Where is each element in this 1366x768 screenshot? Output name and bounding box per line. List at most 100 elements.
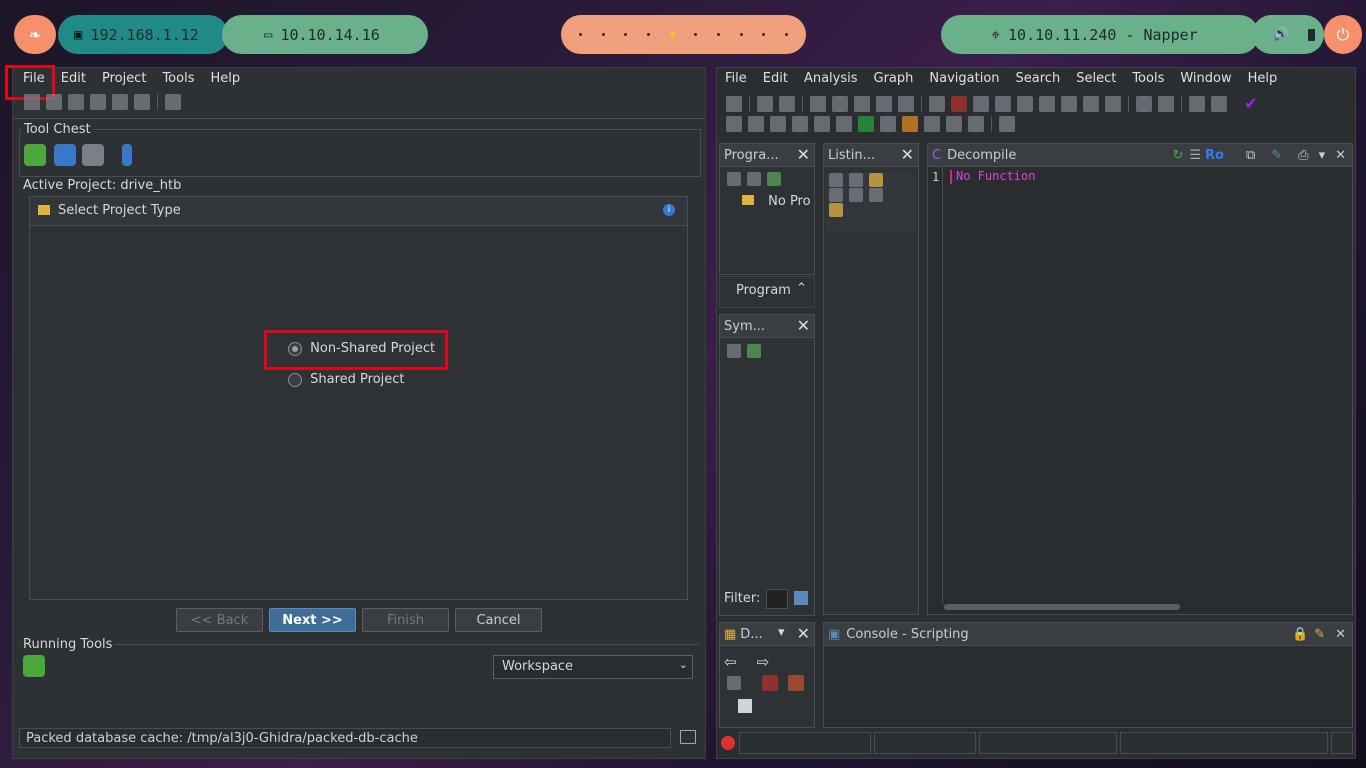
letter-v-icon[interactable] xyxy=(1083,95,1099,112)
patch-icon[interactable] xyxy=(1136,95,1152,112)
close-project-icon[interactable] xyxy=(68,94,84,110)
close-icon[interactable]: ✕ xyxy=(1335,627,1346,642)
checkmark-icon[interactable]: ✔ xyxy=(1244,94,1257,113)
workspace-dot[interactable] xyxy=(646,33,650,36)
import-icon[interactable] xyxy=(767,171,781,186)
tool-icon[interactable] xyxy=(748,116,764,132)
layout-icon[interactable] xyxy=(829,187,843,202)
letter-l-icon[interactable] xyxy=(1039,95,1055,112)
cursor-icon[interactable] xyxy=(869,172,883,187)
close-icon[interactable]: ✕ xyxy=(797,317,810,335)
menu-edit[interactable]: Edit xyxy=(53,68,94,90)
back-arrow-icon[interactable]: ⇦ xyxy=(724,653,737,671)
save-icon[interactable] xyxy=(738,699,752,713)
workspace-dot[interactable] xyxy=(785,33,789,36)
workspace-dot-active[interactable] xyxy=(669,32,675,37)
paste-icon[interactable] xyxy=(849,172,863,187)
launcher-button[interactable]: ❧ xyxy=(14,15,56,54)
console-monitor-icon[interactable] xyxy=(680,730,696,744)
refresh-icon[interactable] xyxy=(165,94,181,110)
table-icon[interactable] xyxy=(924,116,940,132)
save-project-icon[interactable] xyxy=(90,94,106,110)
nav-icon[interactable] xyxy=(876,95,892,112)
close-icon[interactable]: ✕ xyxy=(901,146,914,164)
cb-menu-window[interactable]: Window xyxy=(1172,68,1239,90)
volume-icon[interactable]: 🔊 xyxy=(1273,27,1289,42)
workspace-dot[interactable] xyxy=(624,33,628,36)
cb-menu-tools[interactable]: Tools xyxy=(1124,68,1172,90)
decompile-icon[interactable] xyxy=(814,116,830,132)
down-arrow-icon[interactable] xyxy=(929,95,945,112)
close-icon[interactable]: ✕ xyxy=(797,146,810,164)
nav-icon[interactable] xyxy=(854,95,870,112)
running-dragon-icon[interactable] xyxy=(23,655,45,677)
cb-menu-search[interactable]: Search xyxy=(1008,68,1069,90)
delete-project-icon[interactable] xyxy=(112,94,128,110)
version-tracking-icon[interactable] xyxy=(82,144,104,166)
cb-menu-help[interactable]: Help xyxy=(1240,68,1286,90)
horizontal-scrollbar[interactable] xyxy=(944,604,1180,610)
shared-option[interactable]: Shared Project xyxy=(288,372,405,387)
cb-menu-select[interactable]: Select xyxy=(1068,68,1124,90)
workspace-dot[interactable] xyxy=(762,33,766,36)
edit-icon[interactable]: ✎ xyxy=(1271,148,1282,163)
lock-icon[interactable]: 🔒 xyxy=(1292,627,1308,642)
graph-icon[interactable]: ☰ xyxy=(1189,148,1201,163)
cb-menu-analysis[interactable]: Analysis xyxy=(796,68,866,90)
nav-icon[interactable] xyxy=(832,95,848,112)
info-icon[interactable]: i xyxy=(663,204,675,216)
programs-list-item[interactable]: No Pro xyxy=(742,194,811,209)
workspace-dot[interactable] xyxy=(578,33,582,36)
cb-menu-file[interactable]: File xyxy=(717,68,755,90)
menu-project[interactable]: Project xyxy=(94,68,154,90)
graph-icon[interactable] xyxy=(836,116,852,132)
tool-icon[interactable] xyxy=(770,116,786,132)
chevron-down-icon[interactable]: ▾ xyxy=(1319,148,1326,163)
filter-input[interactable] xyxy=(766,589,788,609)
clear-icon[interactable]: ✎ xyxy=(1314,627,1325,642)
script-icon[interactable] xyxy=(999,116,1015,132)
cb-menu-navigation[interactable]: Navigation xyxy=(921,68,1007,90)
run-icon[interactable] xyxy=(858,116,874,132)
open-project-icon[interactable] xyxy=(46,94,62,110)
tree-icon[interactable] xyxy=(968,116,984,132)
forward-arrow-icon[interactable] xyxy=(779,95,795,112)
archive-project-icon[interactable] xyxy=(134,94,150,110)
codebrowser-dragon-icon[interactable] xyxy=(24,144,46,166)
program-tab[interactable]: Program ⌃ xyxy=(719,276,815,308)
filter-options-icon[interactable] xyxy=(794,591,808,605)
letter-d-icon[interactable] xyxy=(995,95,1011,112)
letter-u-icon[interactable] xyxy=(1017,95,1033,112)
bookmark-icon[interactable] xyxy=(829,202,843,217)
filter-icon[interactable] xyxy=(788,675,805,691)
letter-i-icon[interactable] xyxy=(973,95,989,112)
clear-icon[interactable] xyxy=(951,95,967,112)
cb-menu-graph[interactable]: Graph xyxy=(866,68,922,90)
workspace-dot[interactable] xyxy=(739,33,743,36)
letter-b-icon[interactable] xyxy=(1105,95,1121,112)
archive-icon[interactable] xyxy=(727,676,741,690)
debugger-icon[interactable] xyxy=(54,144,76,166)
workspace-dot[interactable] xyxy=(601,33,605,36)
open-icon[interactable] xyxy=(727,171,741,186)
copy-icon[interactable]: ⧉ xyxy=(1246,148,1255,163)
workspace-switcher[interactable] xyxy=(561,15,806,54)
back-button[interactable]: << Back xyxy=(176,608,263,632)
tool-icon[interactable] xyxy=(792,116,808,132)
next-button[interactable]: Next >> xyxy=(269,608,356,632)
forward-arrow-icon[interactable]: ⇨ xyxy=(757,653,770,671)
copy-icon[interactable] xyxy=(829,172,843,187)
back-arrow-icon[interactable] xyxy=(757,95,773,112)
snapshot-icon[interactable] xyxy=(869,187,883,202)
diamond-icon[interactable] xyxy=(902,116,918,132)
power-button[interactable]: ⏻ xyxy=(1324,15,1362,54)
tool-icon[interactable] xyxy=(726,116,742,132)
nav-icon[interactable] xyxy=(898,95,914,112)
workspace-dot[interactable] xyxy=(716,33,720,36)
patch-icon[interactable] xyxy=(1158,95,1174,112)
shared-radio[interactable] xyxy=(288,372,302,387)
nav-icon[interactable] xyxy=(810,95,826,112)
emulator-icon[interactable] xyxy=(122,144,132,166)
workspace-dot[interactable] xyxy=(694,33,698,36)
table-icon[interactable] xyxy=(946,116,962,132)
